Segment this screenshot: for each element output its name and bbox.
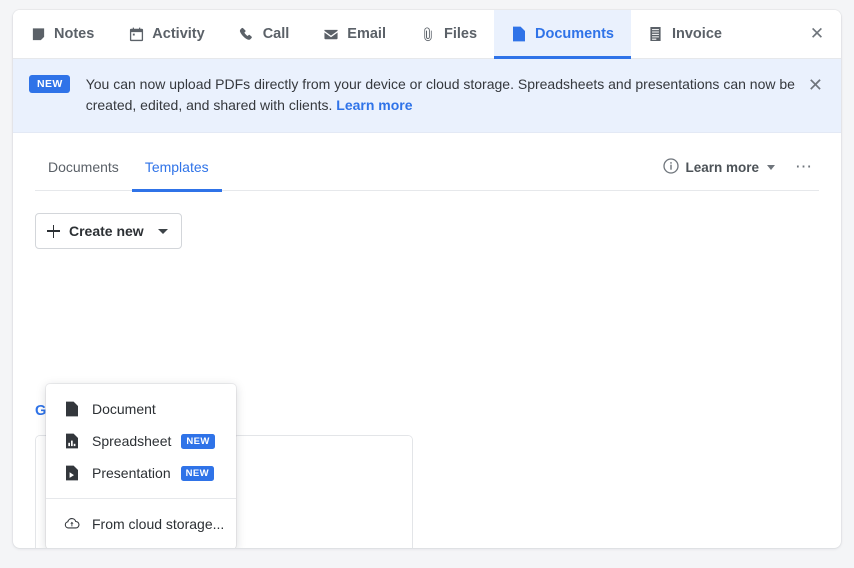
banner-message: You can now upload PDFs directly from yo…: [86, 74, 796, 116]
menu-item-label: Document: [92, 401, 156, 417]
new-badge: NEW: [29, 75, 70, 93]
banner-message-text: You can now upload PDFs directly from yo…: [85, 76, 795, 113]
create-new-dropdown-menu: Document Spreadsheet NEW Presentation NE…: [46, 384, 236, 548]
new-badge: NEW: [180, 465, 214, 481]
create-new-label: Create new: [69, 223, 144, 239]
create-toolbar: Create new: [35, 191, 819, 249]
tab-label: Notes: [54, 26, 95, 42]
overflow-menu-button[interactable]: ⋯: [779, 158, 819, 175]
menu-divider: [46, 498, 236, 499]
invoice-icon: [648, 26, 664, 43]
phone-icon: [239, 26, 255, 43]
menu-item-presentation[interactable]: Presentation NEW: [46, 457, 236, 489]
menu-item-label: Spreadsheet: [92, 433, 172, 449]
tab-files[interactable]: Files: [403, 10, 494, 58]
documents-content: Documents Templates Learn more ⋯ Create …: [13, 144, 841, 548]
tabbar-spacer: [739, 10, 793, 58]
chevron-down-icon: [767, 164, 775, 170]
primary-tab-bar: Notes Activity Call Email Files Document…: [13, 10, 841, 59]
template-card[interactable]: Untitled 02-16-2021 5:13:... Uncategoriz…: [233, 435, 413, 548]
plus-icon: [47, 224, 60, 238]
banner-learn-more-link[interactable]: Learn more: [336, 97, 412, 113]
envelope-icon: [323, 26, 339, 43]
learn-more-label: Learn more: [685, 159, 759, 175]
notes-icon: [30, 26, 46, 43]
subtab-documents[interactable]: Documents: [35, 144, 132, 191]
tab-label: Email: [347, 26, 386, 42]
banner-close-icon[interactable]: ✕: [808, 76, 823, 94]
chevron-down-icon: [157, 228, 168, 234]
new-badge: NEW: [181, 433, 215, 449]
tab-label: Files: [443, 26, 478, 42]
document-icon: [511, 26, 527, 43]
announcement-banner: NEW You can now upload PDFs directly fro…: [13, 59, 841, 133]
menu-item-label: From cloud storage...: [92, 516, 225, 532]
card-thumbnail: [234, 436, 412, 548]
learn-more-dropdown[interactable]: Learn more: [663, 157, 779, 177]
tab-invoice[interactable]: Invoice: [631, 10, 739, 58]
tab-call[interactable]: Call: [222, 10, 307, 58]
cloud-upload-icon: [64, 516, 80, 533]
subtab-templates[interactable]: Templates: [131, 144, 222, 192]
documents-panel: Notes Activity Call Email Files Document…: [13, 10, 841, 548]
tab-label: Invoice: [671, 26, 722, 42]
spreadsheet-file-icon: [64, 433, 80, 450]
tab-label: Call: [262, 26, 290, 42]
document-file-icon: [64, 401, 80, 418]
calendar-icon: [128, 26, 144, 43]
tab-label: Activity: [152, 26, 205, 42]
menu-item-label: Presentation: [92, 465, 171, 481]
tab-notes[interactable]: Notes: [13, 10, 111, 58]
tab-email[interactable]: Email: [306, 10, 403, 58]
secondary-tab-bar: Documents Templates Learn more ⋯: [35, 144, 819, 192]
tab-documents[interactable]: Documents: [494, 10, 631, 59]
tab-label: Documents: [535, 26, 614, 42]
menu-item-spreadsheet[interactable]: Spreadsheet NEW: [46, 425, 236, 457]
create-new-button[interactable]: Create new: [35, 213, 182, 249]
menu-item-document[interactable]: Document: [46, 393, 236, 425]
close-panel-button[interactable]: ✕: [793, 10, 841, 58]
info-circle-icon: [663, 157, 680, 177]
presentation-file-icon: [64, 465, 80, 482]
tab-activity[interactable]: Activity: [111, 10, 221, 58]
paperclip-icon: [420, 26, 436, 43]
menu-item-from-cloud-storage[interactable]: From cloud storage...: [46, 508, 236, 540]
